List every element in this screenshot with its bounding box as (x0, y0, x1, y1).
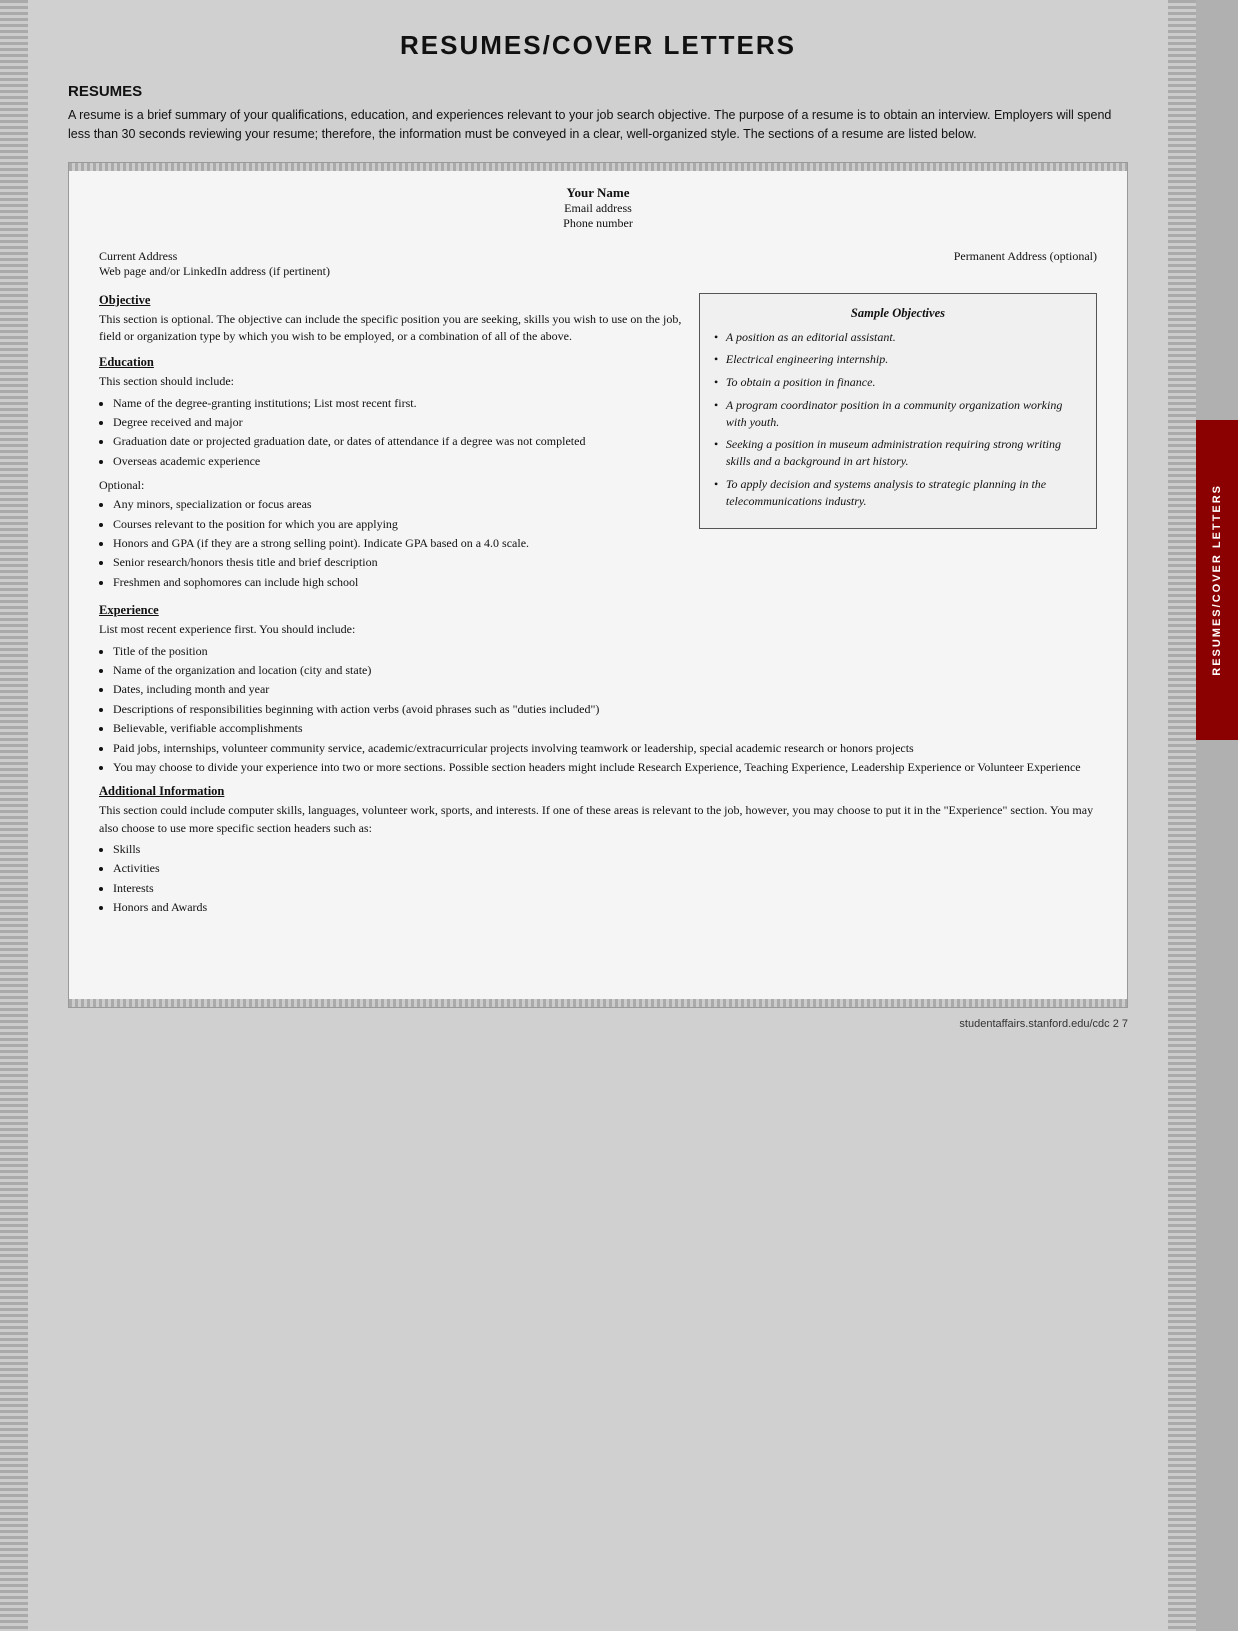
optional-label: Optional: (99, 478, 683, 493)
sample-objectives-title: Sample Objectives (714, 306, 1082, 321)
education-bullet-2: Graduation date or projected graduation … (113, 433, 683, 450)
resume-box-top-strip (69, 163, 1127, 171)
resume-address-row: Current Address Web page and/or LinkedIn… (99, 249, 1097, 279)
additional-info-text: This section could include computer skil… (99, 802, 1097, 837)
exp-bullet-0: Title of the position (113, 643, 1097, 660)
exp-bullet-1: Name of the organization and location (c… (113, 662, 1097, 679)
add-bullet-3: Honors and Awards (113, 899, 1097, 916)
sample-objectives-col: Sample Objectives A position as an edito… (699, 293, 1097, 600)
permanent-address-label: Permanent Address (optional) (954, 249, 1097, 264)
education-heading: Education (99, 355, 683, 370)
resume-permanent-address: Permanent Address (optional) (954, 249, 1097, 279)
sample-objectives-box: Sample Objectives A position as an edito… (699, 293, 1097, 529)
education-bullet-1: Degree received and major (113, 414, 683, 431)
resume-left-col: Objective This section is optional. The … (99, 293, 683, 600)
resume-header: Your Name Email address Phone number (99, 185, 1097, 231)
current-address-label: Current Address (99, 249, 330, 264)
add-bullet-0: Skills (113, 841, 1097, 858)
side-tab-label: RESUMES/COVER LETTERS (1211, 484, 1223, 676)
resume-email: Email address (99, 201, 1097, 216)
exp-bullet-5: Paid jobs, internships, volunteer commun… (113, 740, 1097, 757)
optional-bullet-2: Honors and GPA (if they are a strong sel… (113, 535, 683, 552)
resumes-heading: RESUMES (68, 83, 1128, 100)
objective-heading: Objective (99, 293, 683, 308)
web-label: Web page and/or LinkedIn address (if per… (99, 264, 330, 279)
optional-bullet-3: Senior research/honors thesis title and … (113, 554, 683, 571)
sample-obj-1: Electrical engineering internship. (714, 351, 1082, 368)
education-bullet-0: Name of the degree-granting institutions… (113, 395, 683, 412)
additional-info-bullets-list: Skills Activities Interests Honors and A… (113, 841, 1097, 917)
resumes-intro: A resume is a brief summary of your qual… (68, 106, 1128, 144)
optional-bullets-list: Any minors, specialization or focus area… (113, 496, 683, 591)
sample-obj-2: To obtain a position in finance. (714, 374, 1082, 391)
resume-two-col: Objective This section is optional. The … (99, 293, 1097, 600)
exp-bullet-4: Believable, verifiable accomplishments (113, 720, 1097, 737)
optional-bullet-1: Courses relevant to the position for whi… (113, 516, 683, 533)
side-tab: RESUMES/COVER LETTERS (1196, 420, 1238, 740)
sample-obj-4: Seeking a position in museum administrat… (714, 436, 1082, 470)
education-bullets-list: Name of the degree-granting institutions… (113, 395, 683, 471)
main-content: RESUMES/COVER LETTERS RESUMES A resume i… (28, 0, 1168, 1631)
objective-text: This section is optional. The objective … (99, 311, 683, 346)
add-bullet-1: Activities (113, 860, 1097, 877)
resume-phone: Phone number (99, 216, 1097, 231)
border-strip-left (0, 0, 28, 1631)
sample-obj-3: A program coordinator position in a comm… (714, 397, 1082, 431)
experience-heading: Experience (99, 603, 1097, 618)
sample-obj-0: A position as an editorial assistant. (714, 329, 1082, 346)
additional-info-heading: Additional Information (99, 784, 1097, 799)
experience-bullets-list: Title of the position Name of the organi… (113, 643, 1097, 777)
optional-bullet-0: Any minors, specialization or focus area… (113, 496, 683, 513)
education-intro: This section should include: (99, 373, 683, 390)
exp-bullet-3: Descriptions of responsibilities beginni… (113, 701, 1097, 718)
resume-current-address: Current Address Web page and/or LinkedIn… (99, 249, 330, 279)
add-bullet-2: Interests (113, 880, 1097, 897)
experience-intro: List most recent experience first. You s… (99, 621, 1097, 638)
resume-box-bottom-strip (69, 999, 1127, 1007)
education-bullet-3: Overseas academic experience (113, 453, 683, 470)
footer-text: studentaffairs.stanford.edu/cdc 2 7 (68, 1018, 1128, 1030)
resume-box-spacer (99, 925, 1097, 985)
exp-bullet-2: Dates, including month and year (113, 681, 1097, 698)
border-strip-right (1168, 0, 1196, 1631)
resume-box: Your Name Email address Phone number Cur… (68, 162, 1128, 1008)
sample-obj-5: To apply decision and systems analysis t… (714, 476, 1082, 510)
exp-bullet-6: You may choose to divide your experience… (113, 759, 1097, 776)
optional-bullet-4: Freshmen and sophomores can include high… (113, 574, 683, 591)
sample-objectives-list: A position as an editorial assistant. El… (714, 329, 1082, 510)
resume-name: Your Name (99, 185, 1097, 201)
page-title: RESUMES/COVER LETTERS (68, 30, 1128, 61)
